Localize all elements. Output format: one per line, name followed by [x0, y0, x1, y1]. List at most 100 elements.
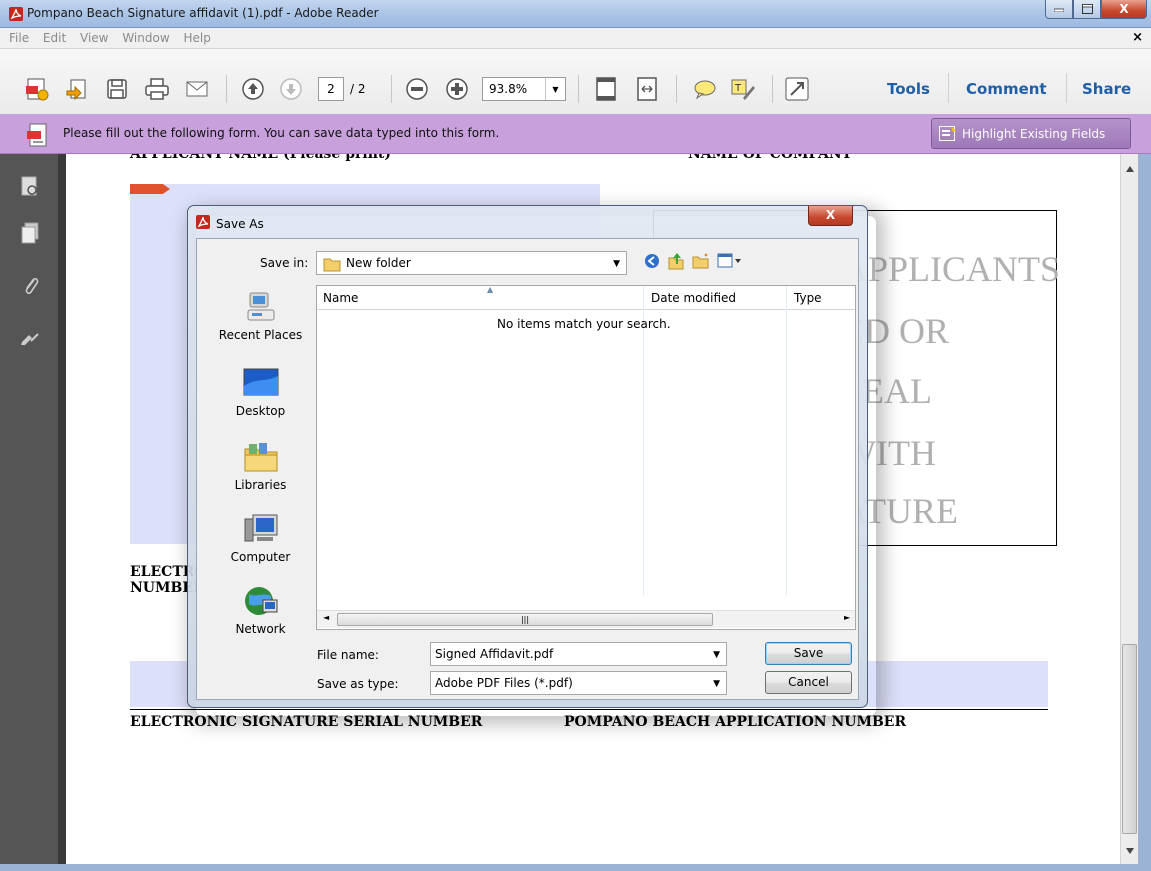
- export-pdf-button[interactable]: [64, 76, 90, 102]
- empty-folder-message: No items match your search.: [497, 317, 671, 331]
- place-recent-places[interactable]: Recent Places: [205, 289, 316, 342]
- save-in-select[interactable]: New folder ▼: [316, 251, 627, 275]
- scroll-up-icon[interactable]: [1126, 166, 1134, 172]
- sticky-note-button[interactable]: [692, 76, 718, 102]
- scrollbar-thumb[interactable]: |||: [337, 613, 713, 626]
- menu-help[interactable]: Help: [178, 28, 215, 48]
- fit-width-button[interactable]: [634, 76, 660, 102]
- place-network[interactable]: Network: [205, 583, 316, 636]
- toolbar: 2 / 2 93.8% ▼ T Tools Comment Share: [0, 49, 1151, 124]
- save-in-label: Save in:: [260, 256, 309, 270]
- attachments-button[interactable]: [19, 272, 41, 298]
- chevron-down-icon: ▼: [545, 78, 565, 100]
- file-name-label: File name:: [317, 648, 379, 662]
- scroll-left-icon[interactable]: ◄: [323, 613, 329, 622]
- highlight-pen-icon: T: [731, 79, 755, 100]
- scroll-right-icon[interactable]: ►: [844, 613, 850, 622]
- save-button[interactable]: Save: [765, 642, 852, 665]
- highlight-existing-fields-button[interactable]: Highlight Existing Fields: [931, 118, 1131, 149]
- close-window-button[interactable]: X: [1101, 0, 1147, 19]
- create-pdf-button[interactable]: [24, 76, 50, 102]
- navigation-pane: [0, 154, 58, 864]
- title-bar: Pompano Beach Signature affidavit (1).pd…: [0, 0, 1151, 28]
- folder-icon: [323, 256, 341, 275]
- zoom-level-select[interactable]: 93.8% ▼: [482, 77, 566, 101]
- toolbar-separator: [676, 75, 677, 103]
- copy-pages-icon: [21, 222, 39, 244]
- company-name-heading: NAME OF COMPANY: [688, 154, 852, 162]
- place-computer[interactable]: Computer: [205, 511, 316, 564]
- share-pane-link[interactable]: Share: [1082, 80, 1131, 98]
- zoom-in-button[interactable]: [444, 76, 470, 102]
- place-desktop[interactable]: Desktop: [205, 365, 316, 418]
- cancel-button[interactable]: Cancel: [765, 671, 852, 694]
- save-file-button[interactable]: [104, 76, 130, 102]
- save-as-type-value: Adobe PDF Files (*.pdf): [435, 676, 573, 690]
- file-name-value: Signed Affidavit.pdf: [435, 647, 554, 661]
- email-button[interactable]: [184, 76, 210, 102]
- menu-edit[interactable]: Edit: [38, 28, 71, 48]
- close-document-button[interactable]: ×: [1132, 30, 1143, 45]
- menu-file[interactable]: File: [4, 28, 34, 48]
- page-thumbnails-button[interactable]: [19, 174, 41, 200]
- bookmarks-button[interactable]: [19, 220, 41, 246]
- scrollbar-thumb[interactable]: [1122, 644, 1137, 834]
- zoom-out-button[interactable]: [404, 76, 430, 102]
- application-number-label: POMPANO BEACH APPLICATION NUMBER: [564, 714, 907, 730]
- signatures-button[interactable]: [19, 324, 41, 350]
- save-as-type-select[interactable]: Adobe PDF Files (*.pdf) ▼: [430, 671, 727, 695]
- close-icon: X: [825, 208, 836, 222]
- page-thumbnails-icon: [21, 176, 37, 196]
- close-icon: X: [1119, 2, 1129, 16]
- menu-view[interactable]: View: [75, 28, 113, 48]
- arrow-down-icon: [280, 78, 302, 100]
- column-header-name[interactable]: Name ▲: [317, 285, 643, 310]
- back-icon[interactable]: [644, 253, 660, 269]
- navigation-pane-edge: [58, 154, 66, 864]
- next-page-button[interactable]: [278, 76, 304, 102]
- vertical-scrollbar[interactable]: [1120, 154, 1138, 864]
- toolbar-separator: [226, 75, 227, 103]
- save-as-dialog: Save As X Save in: New folder ▼ Recent P…: [187, 205, 868, 708]
- full-screen-button[interactable]: [784, 76, 810, 102]
- zoom-in-icon: [446, 78, 468, 100]
- menu-bar: File Edit View Window Help ×: [0, 28, 1151, 49]
- view-menu-icon[interactable]: [717, 253, 743, 269]
- form-notification-bar: Please fill out the following form. You …: [0, 114, 1151, 154]
- column-label: Type: [794, 291, 822, 305]
- computer-icon: [244, 514, 277, 542]
- horizontal-scrollbar[interactable]: ◄ ||| ►: [317, 610, 855, 628]
- file-list[interactable]: Name ▲ Date modified Type No items match…: [316, 285, 856, 630]
- menu-window[interactable]: Window: [117, 28, 174, 48]
- place-libraries[interactable]: Libraries: [205, 439, 316, 492]
- zoom-level: 93.8%: [489, 82, 528, 96]
- column-header-date-modified[interactable]: Date modified: [643, 286, 786, 310]
- fit-page-button[interactable]: [593, 76, 619, 102]
- fit-width-icon: [637, 77, 657, 101]
- highlight-fields-label: Highlight Existing Fields: [962, 127, 1106, 141]
- expand-icon: [785, 77, 809, 101]
- file-name-input[interactable]: Signed Affidavit.pdf ▼: [430, 642, 727, 666]
- highlight-text-button[interactable]: T: [730, 76, 756, 102]
- chevron-down-icon: ▼: [713, 679, 720, 689]
- tools-pane-link[interactable]: Tools: [887, 80, 930, 98]
- column-header-type[interactable]: Type: [786, 286, 855, 310]
- scroll-down-icon[interactable]: [1126, 848, 1134, 854]
- dialog-close-button[interactable]: X: [808, 206, 853, 226]
- highlight-fields-icon: [939, 126, 957, 145]
- toolbar-separator: [1066, 73, 1067, 103]
- new-folder-icon[interactable]: [692, 253, 710, 269]
- previous-page-button[interactable]: [240, 76, 266, 102]
- comment-pane-link[interactable]: Comment: [966, 80, 1047, 98]
- minimize-button[interactable]: [1045, 0, 1073, 19]
- place-label: Computer: [230, 550, 291, 564]
- adobe-reader-icon: [9, 7, 23, 24]
- maximize-button[interactable]: [1073, 0, 1101, 19]
- column-divider: [643, 286, 644, 596]
- up-folder-icon[interactable]: [667, 252, 685, 270]
- sort-ascending-icon: ▲: [487, 285, 494, 294]
- print-button[interactable]: [144, 76, 170, 102]
- arrow-up-icon: [242, 78, 264, 100]
- page-number-input[interactable]: 2: [318, 77, 344, 101]
- adobe-reader-icon: [196, 215, 210, 232]
